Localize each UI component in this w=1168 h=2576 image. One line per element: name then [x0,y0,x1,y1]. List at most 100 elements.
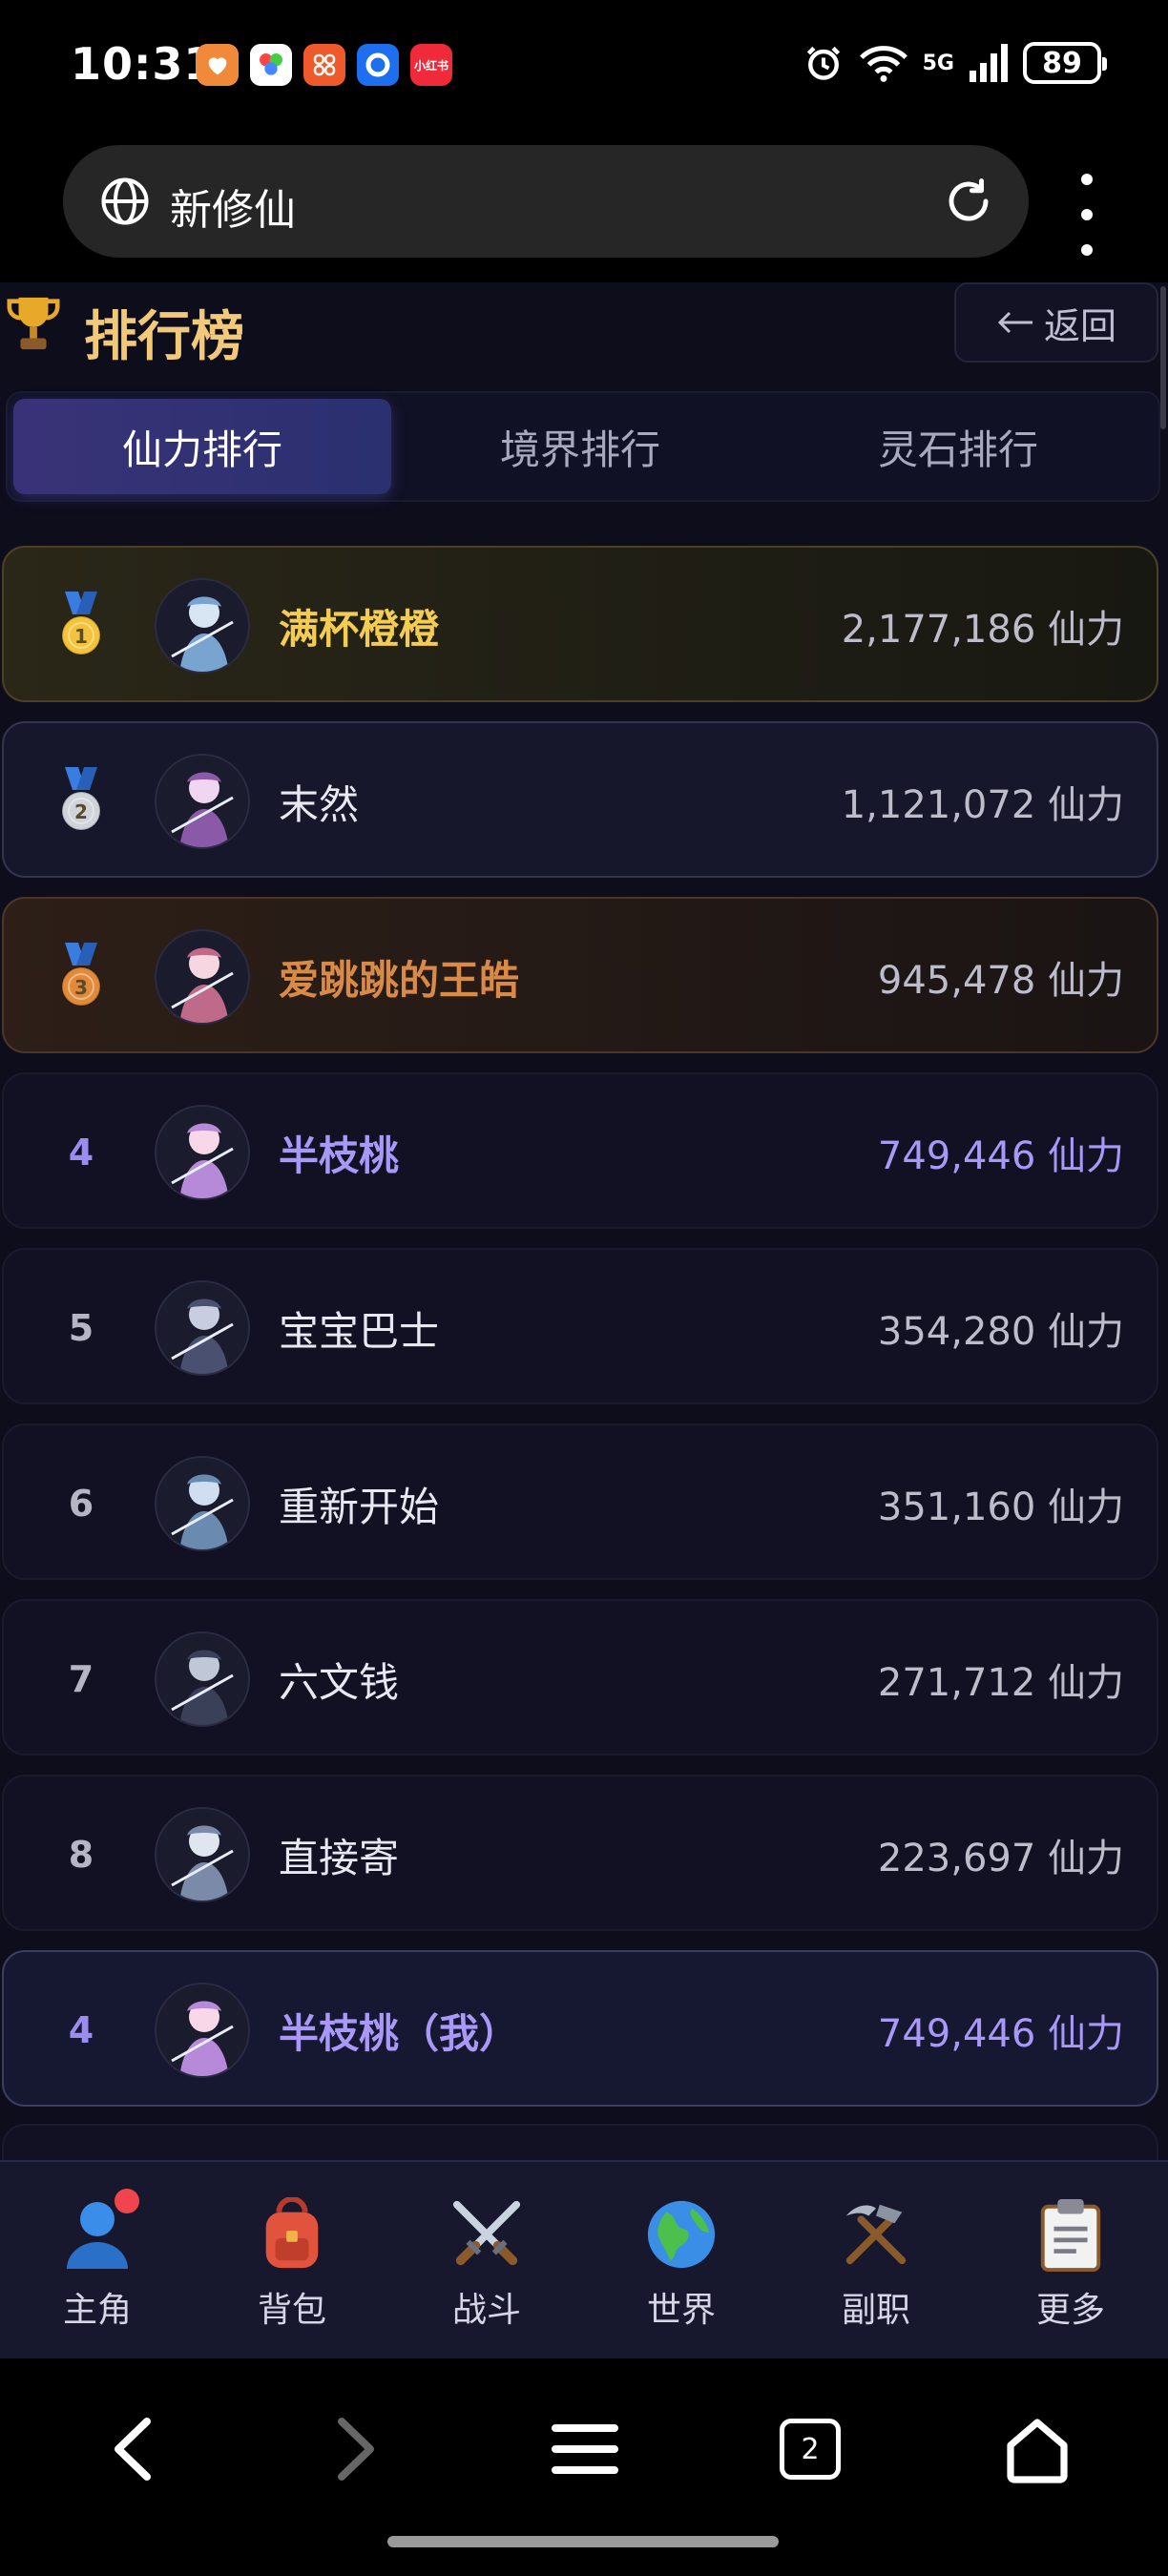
power-value: 223,697 仙力 [877,1837,1124,1880]
player-name: 半枝桃（我） [279,2009,520,2057]
multicolor-app-icon [250,44,292,86]
player-name: 末然 [279,780,360,828]
battery-level: 89 [1042,46,1082,80]
leaderboard-header: 排行榜 返回 [0,282,1168,387]
svg-text:1: 1 [74,625,88,648]
avatar [155,754,250,849]
nav-label: 更多 [1035,2291,1105,2330]
list-item-partial [2,2124,1158,2160]
player-name: 半枝桃 [279,1132,400,1179]
avatar [155,1456,250,1551]
flower-app-icon [303,44,345,86]
browser-toolbar: 新修仙 [0,134,1168,282]
home-icon[interactable] [985,2397,1090,2502]
bronze-medal-icon: 3 [59,943,103,1011]
alarm-icon [806,46,840,80]
rank-row[interactable]: 3 爱跳跳的王皓 945,478 仙力 [2,897,1158,1053]
power-value: 354,280 仙力 [877,1310,1124,1354]
page-title: 排行榜 [84,306,244,368]
hammer-pick-icon [838,2196,914,2273]
nav-item-backpack[interactable]: 背包 [195,2162,389,2360]
nav-item-battle[interactable]: 战斗 [389,2162,584,2360]
player-name: 直接寄 [279,1834,400,1881]
my-rank-row[interactable]: 4 半枝桃（我） 749,446 仙力 [2,1950,1158,2107]
battery-indicator: 89 [1023,42,1107,84]
crossed-swords-icon [448,2196,525,2273]
rank-row[interactable]: 8 直接寄 223,697 仙力 [2,1775,1158,1931]
power-value: 271,712 仙力 [877,1661,1124,1705]
nav-label: 战斗 [451,2291,521,2330]
trophy-icon [7,297,60,350]
nav-item-side-job[interactable]: 副职 [779,2162,973,2360]
silver-medal-icon: 2 [59,767,103,836]
scrollbar[interactable] [1160,286,1166,429]
avatar [155,1983,250,2078]
rank-row[interactable]: 5 宝宝巴士 354,280 仙力 [2,1248,1158,1404]
heart-app-icon [197,44,239,86]
reload-icon[interactable] [943,176,994,227]
menu-icon[interactable] [532,2397,637,2502]
xiaohongshu-app-icon: 小红书 [410,44,452,86]
rank-number: 4 [68,1132,94,1174]
game-bottom-nav: 主角 背包 战斗 世界 副职 更多 [0,2160,1168,2358]
tab-count: 2 [780,2419,841,2480]
power-value: 2,177,186 仙力 [841,608,1124,652]
rank-row[interactable]: 2 末然 1,121,072 仙力 [2,721,1158,878]
tab-realm-ranking[interactable]: 境界排行 [391,399,769,494]
power-value: 945,478 仙力 [877,959,1124,1003]
svg-text:2: 2 [74,800,88,823]
avatar [155,929,250,1025]
player-name: 重新开始 [279,1483,440,1530]
nav-item-world[interactable]: 世界 [584,2162,779,2360]
home-indicator [387,2536,779,2547]
clipboard-icon [1032,2196,1109,2273]
wifi-icon [859,46,907,82]
notification-badge [115,2189,139,2213]
player-name: 宝宝巴士 [279,1307,440,1355]
avatar [155,578,250,674]
rank-row[interactable]: 6 重新开始 351,160 仙力 [2,1423,1158,1580]
rank-row[interactable]: 7 六文钱 271,712 仙力 [2,1599,1158,1755]
network-type-label: 5G [922,51,954,75]
player-name: 爱跳跳的王皓 [279,956,520,1004]
rank-row[interactable]: 1 满杯橙橙 2,177,186 仙力 [2,546,1158,702]
back-button[interactable]: 返回 [954,282,1158,363]
more-menu-icon[interactable] [1073,172,1101,258]
status-time: 10:31 [71,38,216,90]
status-bar: 10:31 小红书 5G 89 [0,0,1168,134]
player-name: 满杯橙橙 [279,605,440,653]
power-value: 351,160 仙力 [877,1485,1124,1529]
back-label: 返回 [1043,304,1116,347]
xiaohongshu-label: 小红书 [413,58,448,73]
avatar [155,1105,250,1200]
rank-row[interactable]: 4 半枝桃 749,446 仙力 [2,1072,1158,1229]
nav-item-more[interactable]: 更多 [973,2162,1168,2360]
back-nav-icon[interactable] [80,2397,185,2502]
player-name: 六文钱 [279,1658,400,1706]
tab-power-ranking[interactable]: 仙力排行 [13,399,391,494]
rank-number: 8 [68,1834,94,1876]
arrow-left-icon [997,311,1032,334]
power-value: 749,446 仙力 [877,1134,1124,1178]
ranking-tabs: 仙力排行 境界排行 灵石排行 [6,391,1160,502]
nav-label: 副职 [841,2291,910,2330]
cellular-signal-icon [970,44,1008,82]
gold-medal-icon: 1 [59,592,103,660]
tab-spirit-stone-ranking[interactable]: 灵石排行 [769,399,1147,494]
nav-item-character[interactable]: 主角 [0,2162,195,2360]
power-value: 1,121,072 仙力 [841,783,1124,827]
notification-app-icons: 小红书 [197,44,452,86]
forward-nav-icon[interactable] [303,2397,408,2502]
avatar [155,1280,250,1376]
tabs-switcher-button[interactable]: 2 [758,2397,863,2502]
avatar [155,1631,250,1727]
address-bar[interactable]: 新修仙 [63,145,1029,258]
url-text: 新修仙 [170,186,296,235]
power-value: 749,446 仙力 [877,2012,1124,2056]
rank-number: 5 [68,1307,94,1349]
globe-icon [643,2196,720,2273]
nav-label: 世界 [646,2291,716,2330]
qq-browser-app-icon [357,44,399,86]
rank-number: 4 [68,2009,94,2051]
svg-text:3: 3 [74,976,88,999]
